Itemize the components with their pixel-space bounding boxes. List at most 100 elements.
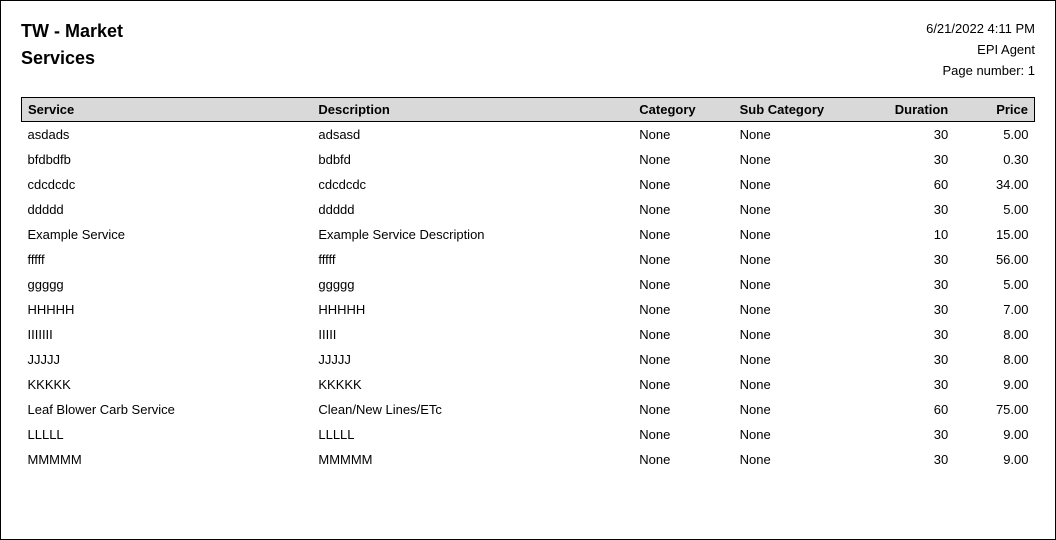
cell-price: 5.00 [954, 272, 1034, 297]
table-row: Example ServiceExample Service Descripti… [22, 222, 1035, 247]
cell-price: 9.00 [954, 447, 1034, 472]
table-row: bfdbdfbbdbfdNoneNone300.30 [22, 147, 1035, 172]
col-header-price: Price [954, 98, 1034, 122]
table-header-row: Service Description Category Sub Categor… [22, 98, 1035, 122]
cell-description: ddddd [312, 197, 633, 222]
col-header-description: Description [312, 98, 633, 122]
cell-service: ddddd [22, 197, 313, 222]
cell-service: IIIIIII [22, 322, 313, 347]
table-row: ddddddddddNoneNone305.00 [22, 197, 1035, 222]
cell-price: 34.00 [954, 172, 1034, 197]
cell-duration: 10 [864, 222, 954, 247]
cell-price: 9.00 [954, 422, 1034, 447]
report-page-number: Page number: 1 [926, 61, 1035, 82]
cell-price: 8.00 [954, 322, 1034, 347]
table-row: MMMMMMMMMMNoneNone309.00 [22, 447, 1035, 472]
cell-category: None [633, 422, 733, 447]
cell-service: Leaf Blower Carb Service [22, 397, 313, 422]
cell-service: KKKKK [22, 372, 313, 397]
cell-description: IIIII [312, 322, 633, 347]
cell-description: adsasd [312, 122, 633, 148]
cell-duration: 30 [864, 197, 954, 222]
table-row: JJJJJJJJJJNoneNone308.00 [22, 347, 1035, 372]
report-datetime: 6/21/2022 4:11 PM [926, 19, 1035, 40]
cell-price: 7.00 [954, 297, 1034, 322]
cell-description: MMMMM [312, 447, 633, 472]
cell-price: 75.00 [954, 397, 1034, 422]
cell-duration: 30 [864, 147, 954, 172]
table-row: ffffffffffNoneNone3056.00 [22, 247, 1035, 272]
cell-price: 56.00 [954, 247, 1034, 272]
table-row: HHHHHHHHHHNoneNone307.00 [22, 297, 1035, 322]
cell-duration: 30 [864, 322, 954, 347]
cell-category: None [633, 447, 733, 472]
cell-category: None [633, 122, 733, 148]
cell-category: None [633, 197, 733, 222]
cell-category: None [633, 297, 733, 322]
cell-service: Example Service [22, 222, 313, 247]
cell-description: LLLLL [312, 422, 633, 447]
cell-category: None [633, 147, 733, 172]
cell-duration: 60 [864, 397, 954, 422]
cell-subcategory: None [734, 172, 864, 197]
cell-subcategory: None [734, 197, 864, 222]
col-header-duration: Duration [864, 98, 954, 122]
cell-subcategory: None [734, 322, 864, 347]
cell-category: None [633, 372, 733, 397]
cell-price: 5.00 [954, 122, 1034, 148]
header-left: TW - Market Services [21, 19, 123, 73]
cell-category: None [633, 272, 733, 297]
cell-service: ggggg [22, 272, 313, 297]
cell-service: cdcdcdc [22, 172, 313, 197]
cell-duration: 30 [864, 447, 954, 472]
report-page: TW - Market Services 6/21/2022 4:11 PM E… [0, 0, 1056, 540]
table-row: IIIIIIIIIIIINoneNone308.00 [22, 322, 1035, 347]
table-row: cdcdcdccdcdcdcNoneNone6034.00 [22, 172, 1035, 197]
cell-price: 5.00 [954, 197, 1034, 222]
services-table: Service Description Category Sub Categor… [21, 97, 1035, 472]
cell-subcategory: None [734, 272, 864, 297]
cell-duration: 30 [864, 122, 954, 148]
cell-duration: 30 [864, 247, 954, 272]
header-right: 6/21/2022 4:11 PM EPI Agent Page number:… [926, 19, 1035, 81]
cell-subcategory: None [734, 447, 864, 472]
cell-price: 9.00 [954, 372, 1034, 397]
cell-subcategory: None [734, 297, 864, 322]
cell-subcategory: None [734, 122, 864, 148]
cell-service: asdads [22, 122, 313, 148]
cell-price: 0.30 [954, 147, 1034, 172]
col-header-service: Service [22, 98, 313, 122]
cell-duration: 60 [864, 172, 954, 197]
cell-service: LLLLL [22, 422, 313, 447]
cell-service: HHHHH [22, 297, 313, 322]
cell-category: None [633, 322, 733, 347]
table-row: LLLLLLLLLLNoneNone309.00 [22, 422, 1035, 447]
report-title-line1: TW - Market [21, 19, 123, 44]
cell-description: KKKKK [312, 372, 633, 397]
cell-category: None [633, 172, 733, 197]
col-header-category: Category [633, 98, 733, 122]
cell-category: None [633, 247, 733, 272]
cell-description: ggggg [312, 272, 633, 297]
cell-duration: 30 [864, 347, 954, 372]
table-row: Leaf Blower Carb ServiceClean/New Lines/… [22, 397, 1035, 422]
report-header: TW - Market Services 6/21/2022 4:11 PM E… [21, 19, 1035, 81]
cell-subcategory: None [734, 422, 864, 447]
table-body: asdadsadsasdNoneNone305.00bfdbdfbbdbfdNo… [22, 122, 1035, 473]
table-row: ggggggggggNoneNone305.00 [22, 272, 1035, 297]
cell-description: JJJJJ [312, 347, 633, 372]
report-agent: EPI Agent [926, 40, 1035, 61]
cell-description: Clean/New Lines/ETc [312, 397, 633, 422]
cell-service: MMMMM [22, 447, 313, 472]
cell-service: fffff [22, 247, 313, 272]
cell-description: bdbfd [312, 147, 633, 172]
cell-subcategory: None [734, 347, 864, 372]
cell-service: JJJJJ [22, 347, 313, 372]
cell-subcategory: None [734, 397, 864, 422]
cell-duration: 30 [864, 272, 954, 297]
col-header-subcategory: Sub Category [734, 98, 864, 122]
cell-category: None [633, 347, 733, 372]
cell-price: 8.00 [954, 347, 1034, 372]
cell-description: HHHHH [312, 297, 633, 322]
cell-category: None [633, 397, 733, 422]
